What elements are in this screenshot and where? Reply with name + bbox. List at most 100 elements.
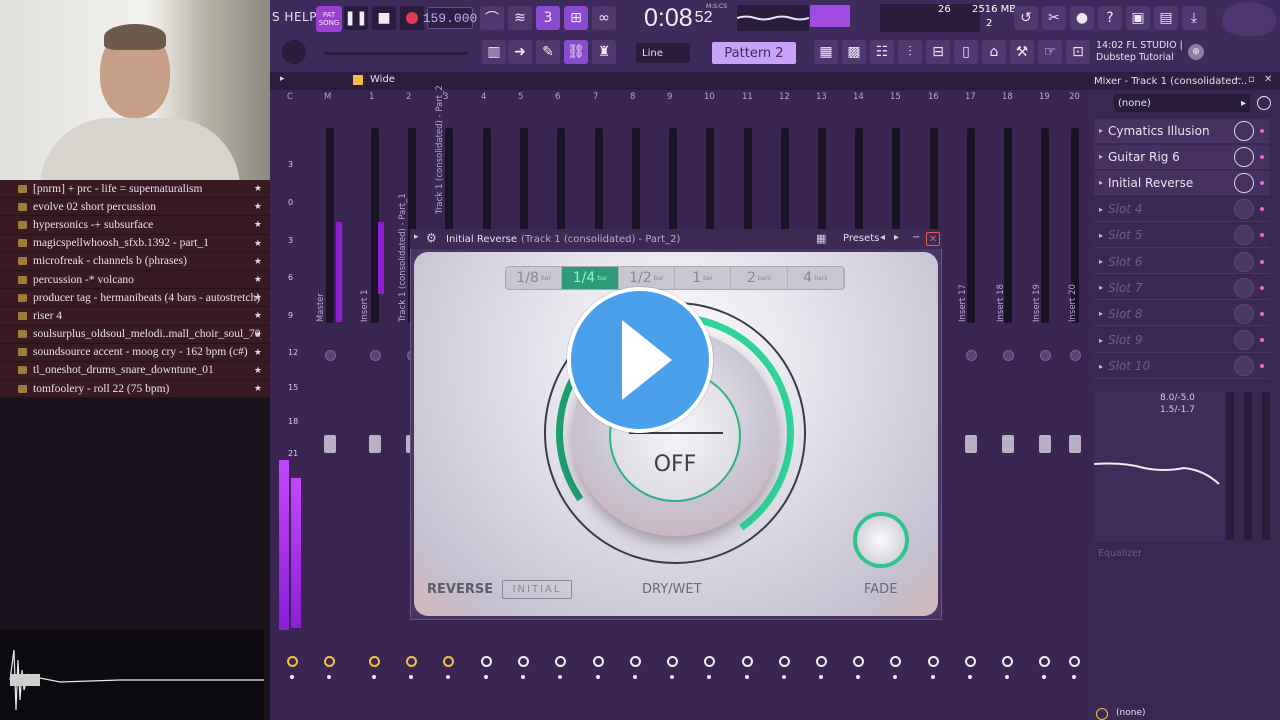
channel-rack-icon[interactable]: ▩ [842, 40, 866, 64]
slot-mix-knob[interactable] [1234, 120, 1254, 141]
mixer-track-name[interactable]: Insert 1 [360, 290, 370, 323]
route-knob[interactable] [853, 656, 864, 667]
play-button[interactable]: ❚❚ [344, 6, 368, 30]
slot-enable-dot[interactable] [1260, 338, 1264, 343]
brush-icon[interactable]: ✎ [536, 40, 560, 64]
route-knob[interactable] [481, 656, 492, 667]
mixer-track-number[interactable]: 9 [667, 92, 672, 102]
route-indicator[interactable] [290, 675, 294, 679]
effect-slot[interactable]: ▸ Slot 8 [1094, 302, 1270, 327]
slot-mix-knob[interactable] [1234, 199, 1254, 220]
route-knob[interactable] [369, 656, 380, 667]
browser-item[interactable]: percussion -* volcano ★ [0, 270, 270, 290]
slot-mix-knob[interactable] [1234, 251, 1254, 272]
close-button[interactable]: ✕ [926, 232, 940, 246]
mixer-track-number[interactable]: 1 [369, 92, 374, 102]
volume-fader[interactable] [1002, 435, 1014, 453]
route-knob[interactable] [443, 656, 454, 667]
browser-item[interactable]: tl_oneshot_drums_snare_downtune_01 ★ [0, 361, 270, 381]
browser-item[interactable]: evolve 02 short percussion ★ [0, 198, 270, 217]
favorite-star-icon[interactable]: ★ [254, 292, 262, 303]
favorite-star-icon[interactable]: ★ [254, 201, 262, 212]
mixer-track-number[interactable]: 10 [704, 92, 715, 102]
equalizer-graph[interactable] [1093, 392, 1224, 542]
eq-band-slider[interactable] [1226, 392, 1234, 540]
mixer-track-number[interactable]: 15 [890, 92, 901, 102]
save-new-icon[interactable]: ▤ [1154, 6, 1178, 30]
mixer-track-number[interactable]: 16 [928, 92, 939, 102]
minimize-panel-icon[interactable]: − [1234, 74, 1242, 85]
song-mode-button[interactable]: PAT SONG [316, 6, 342, 32]
browser-item[interactable]: microfreak - channels b (phrases) ★ [0, 252, 270, 271]
route-indicator[interactable] [670, 675, 674, 679]
step-edit-icon[interactable]: ⊞ [564, 6, 588, 30]
mixer-view-mode[interactable]: Wide [370, 74, 395, 85]
output-selector[interactable]: (none) [1116, 708, 1145, 718]
slot-enable-dot[interactable] [1260, 180, 1264, 185]
favorite-star-icon[interactable]: ★ [254, 310, 262, 321]
slot-mix-knob[interactable] [1234, 303, 1254, 324]
tools-icon[interactable]: ⚒ [1010, 40, 1034, 64]
mixer-icon[interactable]: ⫶ [898, 40, 922, 64]
volume-fader[interactable] [1069, 435, 1081, 453]
browser-item[interactable]: tomfoolery - roll 22 (75 bpm) ★ [0, 380, 270, 399]
mixer-track-number[interactable]: 19 [1039, 92, 1050, 102]
mixer-track-meter[interactable] [967, 128, 975, 323]
volume-fader[interactable] [1039, 435, 1051, 453]
save-icon[interactable]: ▣ [1126, 6, 1150, 30]
preset-browser-icon[interactable]: ▦ [816, 232, 826, 245]
route-indicator[interactable] [372, 675, 376, 679]
effect-slot[interactable]: ▸ Slot 9 [1094, 328, 1270, 353]
route-knob[interactable] [406, 656, 417, 667]
pan-knob[interactable] [1003, 350, 1014, 361]
effect-slot[interactable]: ▸ Initial Reverse [1094, 171, 1270, 196]
metronome-icon[interactable]: ⌒ [480, 6, 504, 30]
route-indicator[interactable] [1005, 675, 1009, 679]
slot-menu-arrow-icon[interactable]: ▸ [1099, 126, 1103, 135]
favorite-star-icon[interactable]: ★ [254, 183, 262, 194]
touch-icon[interactable]: ☞ [1038, 40, 1062, 64]
presets-menu[interactable]: Presets [843, 233, 879, 244]
route-knob[interactable] [630, 656, 641, 667]
link-icon[interactable]: ⛓ [564, 40, 588, 64]
route-knob[interactable] [1039, 656, 1050, 667]
route-indicator[interactable] [745, 675, 749, 679]
volume-fader[interactable] [369, 435, 381, 453]
browser-item[interactable]: magicspellwhoosh_sfxb.1392 - part_1 ★ [0, 234, 270, 253]
favorite-star-icon[interactable]: ★ [254, 256, 262, 267]
shop-icon[interactable]: ⊡ [1066, 40, 1090, 64]
route-knob[interactable] [816, 656, 827, 667]
route-indicator[interactable] [633, 675, 637, 679]
effect-slot[interactable]: ▸ Slot 4 [1094, 197, 1270, 222]
mixer-track-number[interactable]: C [287, 92, 293, 102]
slot-mix-knob[interactable] [1234, 172, 1254, 193]
plugin-icon[interactable]: ⌂ [982, 40, 1006, 64]
slot-menu-arrow-icon[interactable]: ▸ [1099, 231, 1103, 240]
mixer-track-number[interactable]: 12 [779, 92, 790, 102]
route-indicator[interactable] [1072, 675, 1076, 679]
piano-icon[interactable]: ▥ [482, 40, 506, 64]
plugin-menu-arrow-icon[interactable]: ▸ [414, 232, 419, 242]
mixer-track-number[interactable]: 2 [406, 92, 411, 102]
division-option[interactable]: 1/8 bar [506, 267, 563, 289]
volume-fader[interactable] [324, 435, 336, 453]
mixer-track-number[interactable]: 13 [816, 92, 827, 102]
slot-mix-knob[interactable] [1234, 225, 1254, 246]
slot-enable-dot[interactable] [1260, 285, 1264, 290]
effect-slot[interactable]: ▸ Cymatics Illusion [1094, 119, 1270, 143]
slot-enable-dot[interactable] [1260, 311, 1264, 316]
route-indicator[interactable] [931, 675, 935, 679]
slot-menu-arrow-icon[interactable]: ▸ [1099, 283, 1103, 292]
route-knob[interactable] [1069, 656, 1080, 667]
division-option[interactable]: 2 bars [731, 267, 788, 289]
export-icon[interactable]: ⤓ [1182, 6, 1206, 30]
minimize-icon[interactable]: − [912, 232, 920, 243]
slot-menu-arrow-icon[interactable]: ▸ [1099, 178, 1103, 187]
route-knob[interactable] [704, 656, 715, 667]
wait-record-icon[interactable]: ≋ [508, 6, 532, 30]
master-volume-knob[interactable] [282, 40, 306, 64]
pan-knob[interactable] [370, 350, 381, 361]
mixer-track-number[interactable]: 7 [593, 92, 598, 102]
route-indicator[interactable] [782, 675, 786, 679]
browser-icon[interactable]: ⊟ [926, 40, 950, 64]
